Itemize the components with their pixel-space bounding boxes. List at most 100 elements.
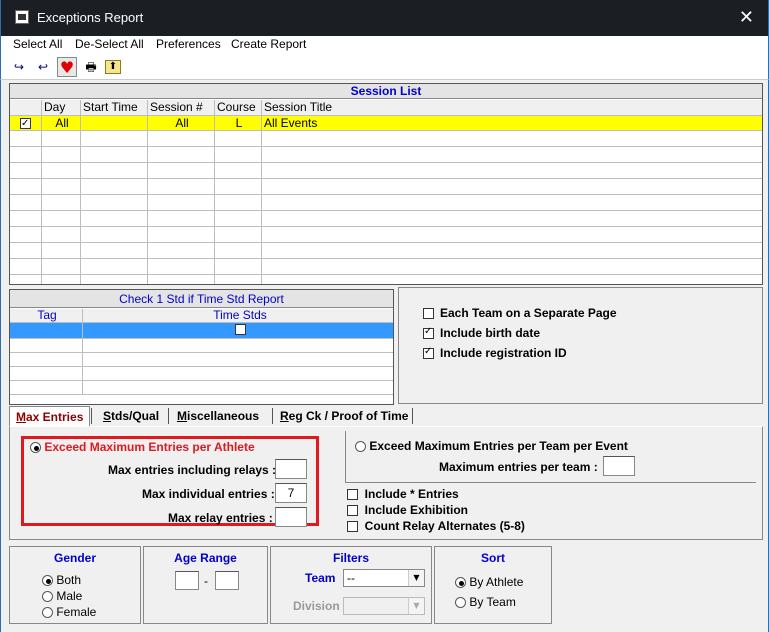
athlete-radio[interactable]: Exceed Maximum Entries per Athlete (30, 440, 255, 454)
table-cell (148, 243, 215, 258)
table-cell (148, 195, 215, 210)
print-icon[interactable]: 🖶 (81, 57, 101, 77)
table-cell (42, 163, 81, 178)
radio-icon[interactable] (42, 575, 53, 587)
checkbox-icon[interactable] (423, 326, 434, 340)
relay-label: Max relay entries : (168, 511, 273, 525)
heart-icon[interactable]: ♥ (57, 57, 77, 77)
folder-up-icon[interactable]: ⬆ (105, 60, 121, 74)
table-cell (215, 147, 262, 162)
table-row[interactable] (10, 381, 393, 395)
menu-select-all[interactable]: Select All (13, 37, 62, 51)
age-min-input[interactable] (175, 571, 199, 590)
table-cell (42, 195, 81, 210)
gender-female[interactable]: Female (42, 605, 96, 619)
table-cell (262, 195, 762, 210)
bottom-panel: Gender Both Male Female Age Range - Filt… (1, 543, 768, 632)
radio-icon[interactable] (30, 442, 41, 454)
table-cell (148, 227, 215, 242)
close-button[interactable]: ✕ (739, 7, 754, 28)
table-row[interactable] (10, 243, 762, 259)
sort-by-athlete[interactable]: By Athlete (455, 575, 523, 589)
tab-reg-ck[interactable]: Reg Ck / Proof of Time (274, 406, 414, 426)
chevron-down-icon[interactable]: ▼ (408, 598, 424, 614)
tab-divider (272, 408, 273, 424)
team-radio[interactable]: Exceed Maximum Entries per Team per Even… (355, 439, 628, 453)
undo-icon[interactable]: ↩ (33, 57, 53, 77)
filters-group: Filters Team -- ▼ Division ▼ (270, 546, 432, 624)
table-row[interactable] (10, 367, 393, 381)
table-row[interactable] (10, 179, 762, 195)
team-filter-label: Team (305, 571, 336, 585)
option-separate-page[interactable]: Each Team on a Separate Page (423, 306, 617, 320)
max-individual-input[interactable]: 7 (275, 483, 307, 503)
table-cell (262, 163, 762, 178)
tab-miscellaneous[interactable]: Miscellaneous (171, 406, 265, 426)
option-registration-id[interactable]: Include registration ID (423, 346, 567, 360)
table-row[interactable] (10, 227, 762, 243)
table-row[interactable]: All All L All Events (10, 116, 762, 131)
checkbox-icon[interactable] (423, 308, 434, 320)
table-cell (262, 227, 762, 242)
radio-icon[interactable] (455, 577, 466, 589)
options-panel: Each Team on a Separate Page Include bir… (398, 287, 763, 404)
col-check (10, 100, 42, 115)
checkbox-icon[interactable] (20, 116, 31, 130)
checkbox-icon[interactable] (423, 346, 434, 360)
checkbox-icon[interactable] (234, 324, 246, 336)
redo-icon[interactable]: ↪ (9, 57, 29, 77)
table-cell (262, 211, 762, 226)
include-entries[interactable]: Include * Entries (347, 487, 459, 501)
chevron-down-icon[interactable]: ▼ (408, 570, 424, 586)
sort-by-team[interactable]: By Team (455, 595, 516, 609)
row-start-time (81, 116, 148, 130)
table-row[interactable] (10, 195, 762, 211)
row-title: All Events (264, 116, 318, 130)
menu-preferences[interactable]: Preferences (156, 37, 221, 51)
table-row[interactable] (10, 211, 762, 227)
table-cell (215, 211, 262, 226)
table-row[interactable] (10, 353, 393, 367)
std-time-cell[interactable] (83, 323, 393, 338)
gender-both[interactable]: Both (42, 573, 81, 587)
max-relays-input[interactable] (275, 459, 307, 479)
checkbox-icon[interactable] (347, 521, 358, 533)
col-tag: Tag (10, 309, 83, 322)
row-checkbox[interactable] (10, 116, 42, 130)
std-selected-row[interactable] (10, 323, 393, 339)
table-row[interactable] (10, 339, 393, 353)
division-select[interactable]: ▼ (343, 597, 425, 615)
col-day: Day (42, 100, 81, 115)
table-row[interactable] (10, 163, 762, 179)
radio-icon[interactable] (355, 441, 366, 453)
include-exhibition[interactable]: Include Exhibition (347, 503, 468, 517)
radio-icon[interactable] (42, 607, 53, 619)
tab-max-entries[interactable]: Max Entries (9, 406, 91, 426)
gender-group: Gender Both Male Female (9, 546, 141, 624)
tab-stds-qual[interactable]: Stds/Qual (97, 406, 165, 426)
option-birth-date[interactable]: Include birth date (423, 326, 540, 340)
count-relay-alternates[interactable]: Count Relay Alternates (5-8) (347, 519, 525, 533)
checkbox-icon[interactable] (347, 489, 358, 501)
radio-icon[interactable] (455, 597, 466, 609)
age-max-input[interactable] (215, 571, 239, 590)
table-cell (10, 275, 42, 284)
team-select[interactable]: -- ▼ (343, 569, 425, 587)
table-row[interactable] (10, 147, 762, 163)
col-time-stds: Time Stds (213, 309, 267, 322)
radio-icon[interactable] (42, 591, 53, 603)
checkbox-icon[interactable] (347, 505, 358, 517)
table-cell (81, 275, 148, 284)
table-row[interactable] (10, 131, 762, 147)
row-course: L (215, 116, 262, 130)
team-max-input[interactable] (603, 456, 635, 476)
table-row[interactable] (10, 259, 762, 275)
menu-deselect-all[interactable]: De-Select All (75, 37, 144, 51)
menu-create-report[interactable]: Create Report (231, 37, 306, 51)
table-cell (10, 381, 83, 394)
table-cell (10, 367, 83, 380)
table-cell (215, 227, 262, 242)
table-row[interactable] (10, 275, 762, 284)
gender-male[interactable]: Male (42, 589, 82, 603)
max-relay-input[interactable] (275, 507, 307, 527)
